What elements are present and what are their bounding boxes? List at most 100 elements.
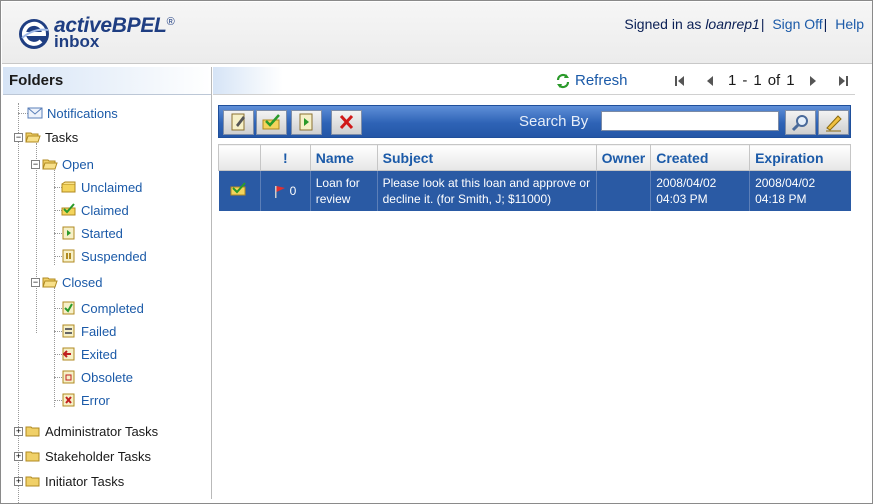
column-header-icon[interactable] bbox=[218, 144, 261, 171]
folder-tasks[interactable]: − Tasks bbox=[14, 128, 78, 146]
folder-suspended[interactable]: Suspended bbox=[61, 247, 147, 265]
page-of: of bbox=[767, 72, 781, 89]
task-state-cell bbox=[218, 170, 261, 211]
folder-label: Claimed bbox=[81, 202, 129, 218]
task-table: ! Name Subject Owner Created Expiration … bbox=[218, 144, 851, 211]
open-folder-icon bbox=[42, 159, 58, 170]
task-list-panel: Refresh 1 - 1 of 1 Search By ! Name Subj… bbox=[213, 67, 855, 499]
folder-label: Closed bbox=[62, 274, 103, 290]
folder-open[interactable]: − Open bbox=[31, 155, 94, 173]
priority-value: 0 bbox=[289, 184, 297, 198]
task-name-cell: Loan for review bbox=[310, 170, 378, 211]
folder-stakeholder-tasks[interactable]: + Stakeholder Tasks bbox=[14, 447, 151, 465]
search-by-label: Search By bbox=[519, 113, 589, 130]
folder-error[interactable]: Error bbox=[61, 391, 110, 409]
previous-page-icon[interactable] bbox=[703, 74, 717, 88]
folder-notifications[interactable]: Notifications bbox=[27, 104, 118, 122]
folder-label: Error bbox=[81, 392, 110, 408]
collapse-toggle[interactable]: − bbox=[14, 132, 23, 142]
claim-task-button[interactable] bbox=[256, 110, 287, 135]
header: activeBPEL® inbox Signed in as loanrep1 |… bbox=[2, 2, 872, 64]
folder-unclaimed[interactable]: Unclaimed bbox=[61, 178, 142, 196]
expand-toggle[interactable]: + bbox=[14, 476, 23, 486]
folder-exited[interactable]: Exited bbox=[61, 345, 117, 363]
open-folder-icon bbox=[42, 277, 58, 288]
next-page-icon[interactable] bbox=[806, 74, 820, 88]
clear-search-button[interactable] bbox=[818, 110, 849, 135]
folder-icon bbox=[25, 451, 40, 462]
folders-panel: Folders Notifications − Tasks − Open Unc… bbox=[3, 67, 212, 504]
refresh-button[interactable]: Refresh bbox=[555, 72, 628, 89]
delete-task-button[interactable] bbox=[331, 110, 362, 135]
folder-label: Initiator Tasks bbox=[45, 473, 125, 489]
logo-e-icon bbox=[19, 19, 49, 49]
collapse-toggle[interactable]: − bbox=[31, 159, 40, 169]
column-header-priority[interactable]: ! bbox=[259, 144, 311, 171]
magnifier-icon bbox=[791, 115, 808, 132]
help-link[interactable]: Help bbox=[835, 16, 864, 32]
open-folder-icon bbox=[25, 132, 41, 143]
folder-label: Failed bbox=[81, 323, 117, 339]
table-header-row: ! Name Subject Owner Created Expiration bbox=[218, 144, 851, 171]
page-total: 1 bbox=[786, 72, 795, 89]
column-header-expiration[interactable]: Expiration bbox=[749, 144, 851, 171]
folder-label: Suspended bbox=[81, 248, 147, 264]
folders-title: Folders bbox=[3, 67, 211, 95]
folder-label: Completed bbox=[81, 300, 144, 316]
folder-initiator-tasks[interactable]: + Initiator Tasks bbox=[14, 472, 124, 490]
signed-in-label: Signed in as bbox=[624, 16, 706, 32]
activebpel-logo: activeBPEL® inbox bbox=[18, 12, 188, 58]
page-start: 1 bbox=[728, 72, 737, 89]
expand-toggle[interactable]: + bbox=[14, 426, 23, 436]
edit-task-button[interactable] bbox=[223, 110, 254, 135]
collapse-toggle[interactable]: − bbox=[31, 277, 40, 287]
folder-label: Started bbox=[81, 225, 123, 241]
column-header-subject[interactable]: Subject bbox=[376, 144, 597, 171]
folder-label: Tasks bbox=[45, 129, 79, 145]
pager: 1 - 1 of 1 bbox=[665, 72, 858, 89]
claimed-task-icon bbox=[230, 182, 246, 196]
refresh-label: Refresh bbox=[575, 72, 628, 89]
signin-bar: Signed in as loanrep1| Sign Off| Help bbox=[624, 16, 864, 32]
folder-label: Exited bbox=[81, 346, 118, 362]
eraser-icon bbox=[826, 115, 842, 132]
folder-claimed[interactable]: Claimed bbox=[61, 201, 129, 219]
unclaimed-task-icon bbox=[61, 181, 76, 193]
folder-started[interactable]: Started bbox=[61, 224, 123, 242]
column-header-owner[interactable]: Owner bbox=[595, 144, 652, 171]
window: activeBPEL® inbox Signed in as loanrep1 |… bbox=[0, 0, 873, 504]
search-button[interactable] bbox=[785, 110, 816, 135]
expand-toggle[interactable]: + bbox=[14, 451, 23, 461]
flag-icon bbox=[275, 185, 286, 198]
folder-failed[interactable]: Failed bbox=[61, 322, 116, 340]
separator: | bbox=[823, 16, 828, 32]
logo-subtitle: inbox bbox=[54, 32, 100, 51]
last-page-icon[interactable] bbox=[836, 74, 850, 88]
task-toolbar: Search By bbox=[218, 105, 851, 138]
obsolete-task-icon bbox=[62, 370, 75, 384]
column-header-created[interactable]: Created bbox=[650, 144, 751, 171]
folder-administrator-tasks[interactable]: + Administrator Tasks bbox=[14, 422, 158, 440]
first-page-icon[interactable] bbox=[673, 74, 687, 88]
folder-label: Open bbox=[62, 156, 94, 172]
failed-task-icon bbox=[62, 324, 75, 338]
folder-completed[interactable]: Completed bbox=[61, 299, 144, 317]
username: loanrep1 bbox=[705, 16, 760, 32]
column-header-name[interactable]: Name bbox=[309, 144, 378, 171]
task-expiration-cell: 2008/04/02 04:18 PM bbox=[749, 170, 851, 211]
table-row[interactable]: 0 Loan for review Please look at this lo… bbox=[218, 170, 851, 211]
sign-off-link[interactable]: Sign Off bbox=[772, 16, 822, 32]
folder-label: Notifications bbox=[47, 105, 118, 121]
page-dash: - bbox=[742, 72, 748, 89]
folder-closed[interactable]: − Closed bbox=[31, 273, 102, 291]
search-input[interactable] bbox=[601, 111, 779, 131]
error-task-icon bbox=[62, 393, 75, 407]
edit-task-icon bbox=[231, 113, 245, 131]
started-task-icon bbox=[62, 226, 75, 240]
start-task-button[interactable] bbox=[291, 110, 322, 135]
claimed-task-icon bbox=[61, 203, 76, 216]
exited-task-icon bbox=[62, 347, 75, 361]
priority-cell: 0 bbox=[260, 170, 311, 211]
folder-obsolete[interactable]: Obsolete bbox=[61, 368, 133, 386]
refresh-icon bbox=[556, 73, 570, 88]
